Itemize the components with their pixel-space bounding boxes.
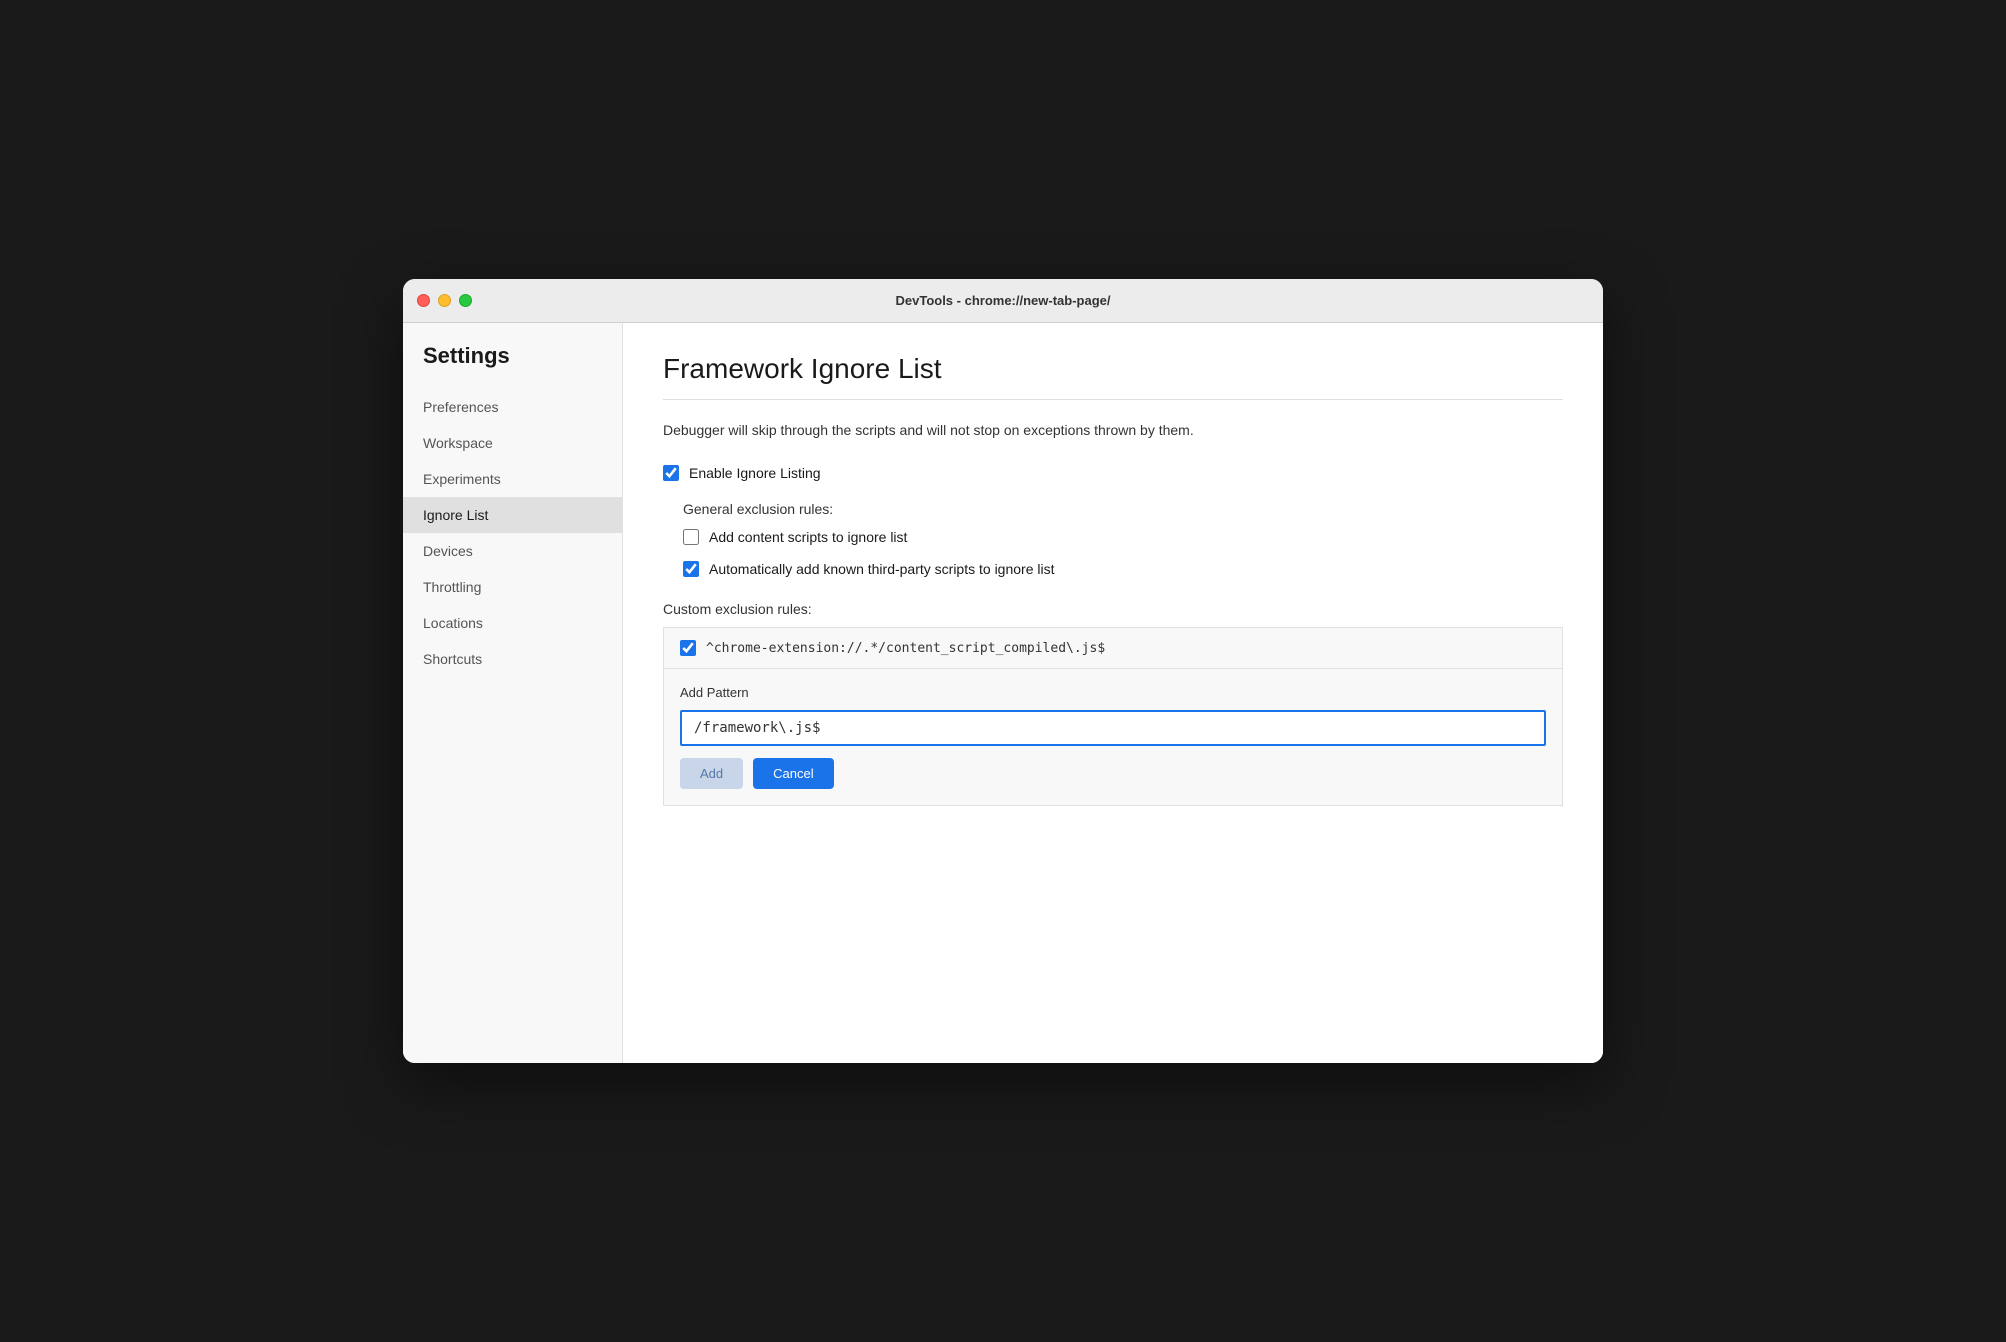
enable-ignore-listing-row: Enable Ignore Listing <box>663 465 1563 481</box>
description-text: Debugger will skip through the scripts a… <box>663 420 1563 441</box>
titlebar: DevTools - chrome://new-tab-page/ <box>403 279 1603 323</box>
sidebar-item-preferences[interactable]: Preferences <box>403 389 622 425</box>
sidebar-item-experiments[interactable]: Experiments <box>403 461 622 497</box>
custom-rule-checkbox[interactable] <box>680 640 696 656</box>
custom-exclusion-label: Custom exclusion rules: <box>663 601 1563 627</box>
sidebar-item-workspace[interactable]: Workspace <box>403 425 622 461</box>
devtools-window: DevTools - chrome://new-tab-page/ Settin… <box>403 279 1603 1063</box>
sidebar-heading: Settings <box>403 343 622 389</box>
minimize-button[interactable] <box>438 294 451 307</box>
add-button[interactable]: Add <box>680 758 743 789</box>
cancel-button[interactable]: Cancel <box>753 758 833 789</box>
sidebar-item-locations[interactable]: Locations <box>403 605 622 641</box>
buttons-row: Add Cancel <box>680 758 1546 789</box>
close-button[interactable] <box>417 294 430 307</box>
pattern-input[interactable] <box>680 710 1546 746</box>
window-title: DevTools - chrome://new-tab-page/ <box>895 293 1110 308</box>
custom-rule-row: ^chrome-extension://.*/content_script_co… <box>680 640 1546 656</box>
add-pattern-label: Add Pattern <box>680 685 1546 700</box>
sidebar-item-devices[interactable]: Devices <box>403 533 622 569</box>
sidebar-item-throttling[interactable]: Throttling <box>403 569 622 605</box>
add-content-scripts-row: Add content scripts to ignore list <box>683 529 1563 545</box>
custom-rules-section: ^chrome-extension://.*/content_script_co… <box>663 627 1563 669</box>
sidebar-item-shortcuts[interactable]: Shortcuts <box>403 641 622 677</box>
enable-ignore-listing-label[interactable]: Enable Ignore Listing <box>689 465 821 481</box>
sidebar: Settings Preferences Workspace Experimen… <box>403 323 623 1063</box>
traffic-lights <box>417 294 472 307</box>
custom-rule-text[interactable]: ^chrome-extension://.*/content_script_co… <box>706 641 1105 656</box>
auto-add-third-party-row: Automatically add known third-party scri… <box>683 561 1563 577</box>
auto-add-third-party-checkbox[interactable] <box>683 561 699 577</box>
main-panel: Framework Ignore List Debugger will skip… <box>623 323 1603 1063</box>
maximize-button[interactable] <box>459 294 472 307</box>
enable-ignore-listing-checkbox[interactable] <box>663 465 679 481</box>
add-pattern-section: Add Pattern Add Cancel <box>663 669 1563 806</box>
content-area: Settings Preferences Workspace Experimen… <box>403 323 1603 1063</box>
general-exclusion-label: General exclusion rules: <box>683 501 1563 517</box>
sidebar-item-ignore-list[interactable]: Ignore List <box>403 497 622 533</box>
add-content-scripts-label[interactable]: Add content scripts to ignore list <box>709 529 907 545</box>
add-content-scripts-checkbox[interactable] <box>683 529 699 545</box>
title-divider <box>663 399 1563 400</box>
auto-add-third-party-label[interactable]: Automatically add known third-party scri… <box>709 561 1054 577</box>
general-rules-block: General exclusion rules: Add content scr… <box>663 501 1563 577</box>
page-title: Framework Ignore List <box>663 353 1563 385</box>
